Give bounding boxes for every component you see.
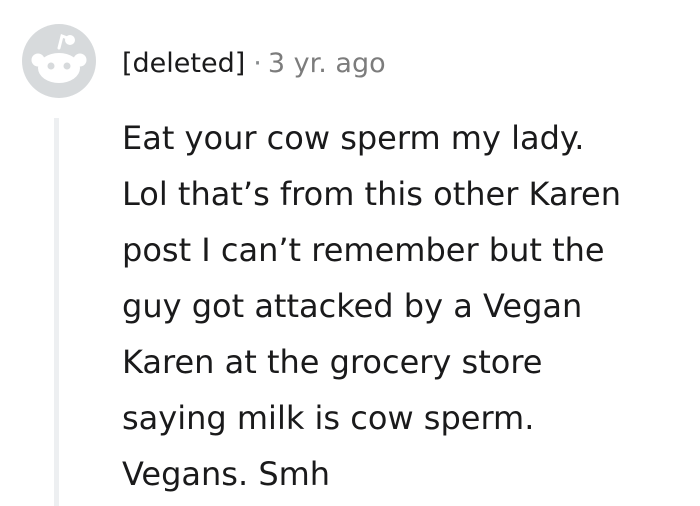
thread-collapse-line[interactable]: [54, 118, 59, 506]
comment-meta: [deleted] · 3 yr. ago: [122, 44, 386, 84]
comment-text: Eat your cow sperm my lady. Lol that’s f…: [122, 119, 621, 493]
timestamp[interactable]: 3 yr. ago: [268, 48, 386, 79]
snoo-avatar-icon[interactable]: [22, 24, 96, 98]
meta-separator: ·: [253, 48, 262, 79]
comment-body: Eat your cow sperm my lady. Lol that’s f…: [122, 110, 692, 502]
comment: [deleted] · 3 yr. ago Eat your cow sperm m…: [0, 0, 700, 506]
author-name[interactable]: [deleted]: [122, 48, 245, 79]
